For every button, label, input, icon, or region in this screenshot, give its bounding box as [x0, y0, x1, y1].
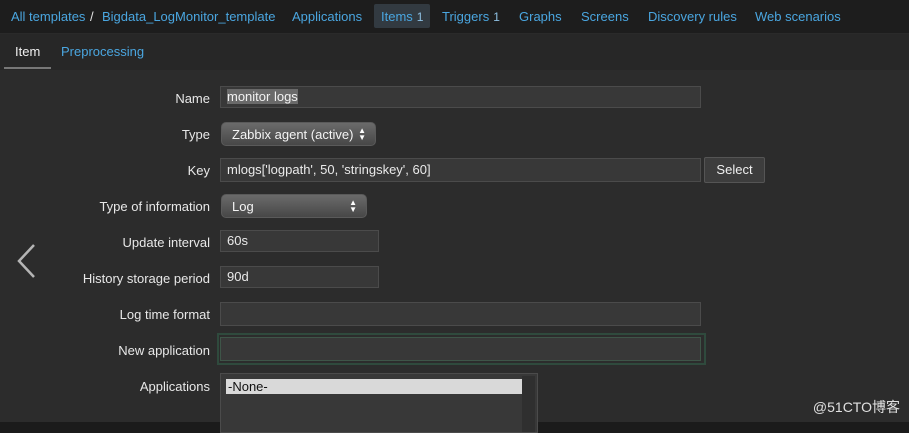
nav-triggers-count: 1	[493, 10, 500, 24]
updown-arrows-icon: ▲ ▼	[358, 126, 366, 142]
update-value: 60s	[227, 233, 248, 248]
watermark: @51CTO博客	[812, 399, 900, 415]
key-label: Key	[187, 163, 210, 178]
nav-template-name[interactable]: Bigdata_LogMonitor_template	[102, 9, 275, 24]
nav-items[interactable]: Items 1	[381, 9, 423, 24]
key-value: mlogs['logpath', 50, 'stringskey', 60]	[227, 162, 431, 177]
type-select-value: Zabbix agent (active)	[232, 127, 354, 142]
item-form: Name monitor logs Type Zabbix agent (act…	[0, 70, 909, 433]
name-value: monitor logs	[227, 89, 298, 104]
breadcrumb-nav: All templates / Bigdata_LogMonitor_templ…	[0, 0, 909, 34]
nav-items-count: 1	[416, 10, 424, 24]
key-select-button[interactable]: Select	[704, 157, 765, 183]
update-interval-input[interactable]: 60s	[220, 230, 379, 252]
apps-label: Applications	[139, 379, 210, 394]
history-input[interactable]: 90d	[220, 266, 379, 288]
updown-arrows-icon: ▲ ▼	[349, 198, 357, 214]
type-label: Type	[181, 127, 210, 142]
new-application-input[interactable]	[220, 337, 701, 361]
logtime-label: Log time format	[119, 307, 210, 322]
applications-option-none[interactable]: -None-	[226, 379, 523, 394]
history-label: History storage period	[82, 271, 210, 286]
tab-item[interactable]: Item	[15, 44, 40, 59]
info-label: Type of information	[99, 199, 210, 214]
chevron-left-icon[interactable]	[14, 242, 42, 280]
nav-triggers-label: Triggers	[442, 9, 490, 24]
nav-web-scenarios[interactable]: Web scenarios	[755, 9, 841, 24]
newapp-label: New application	[118, 343, 210, 358]
tab-bar: Item Preprocessing	[0, 34, 909, 70]
tab-item-underline	[4, 67, 51, 69]
info-type-select[interactable]: Log ▲ ▼	[221, 194, 367, 218]
update-label: Update interval	[122, 235, 210, 250]
nav-items-label: Items	[381, 9, 413, 24]
tab-preprocessing[interactable]: Preprocessing	[61, 44, 144, 59]
key-input[interactable]: mlogs['logpath', 50, 'stringskey', 60]	[220, 158, 701, 182]
nav-graphs[interactable]: Graphs	[519, 9, 562, 24]
log-time-format-input[interactable]	[220, 302, 701, 326]
listbox-scrollbar[interactable]	[522, 376, 535, 432]
nav-screens[interactable]: Screens	[581, 9, 629, 24]
nav-discovery-rules[interactable]: Discovery rules	[648, 9, 737, 24]
nav-triggers[interactable]: Triggers 1	[442, 9, 500, 24]
info-select-value: Log	[232, 199, 254, 214]
type-select[interactable]: Zabbix agent (active) ▲ ▼	[221, 122, 376, 146]
name-label: Name	[175, 91, 210, 106]
nav-all-templates[interactable]: All templates	[11, 9, 85, 24]
applications-listbox[interactable]: -None-	[220, 373, 538, 433]
history-value: 90d	[227, 269, 249, 284]
nav-applications[interactable]: Applications	[292, 9, 362, 24]
name-input[interactable]: monitor logs	[220, 86, 701, 108]
nav-separator: /	[90, 9, 94, 24]
